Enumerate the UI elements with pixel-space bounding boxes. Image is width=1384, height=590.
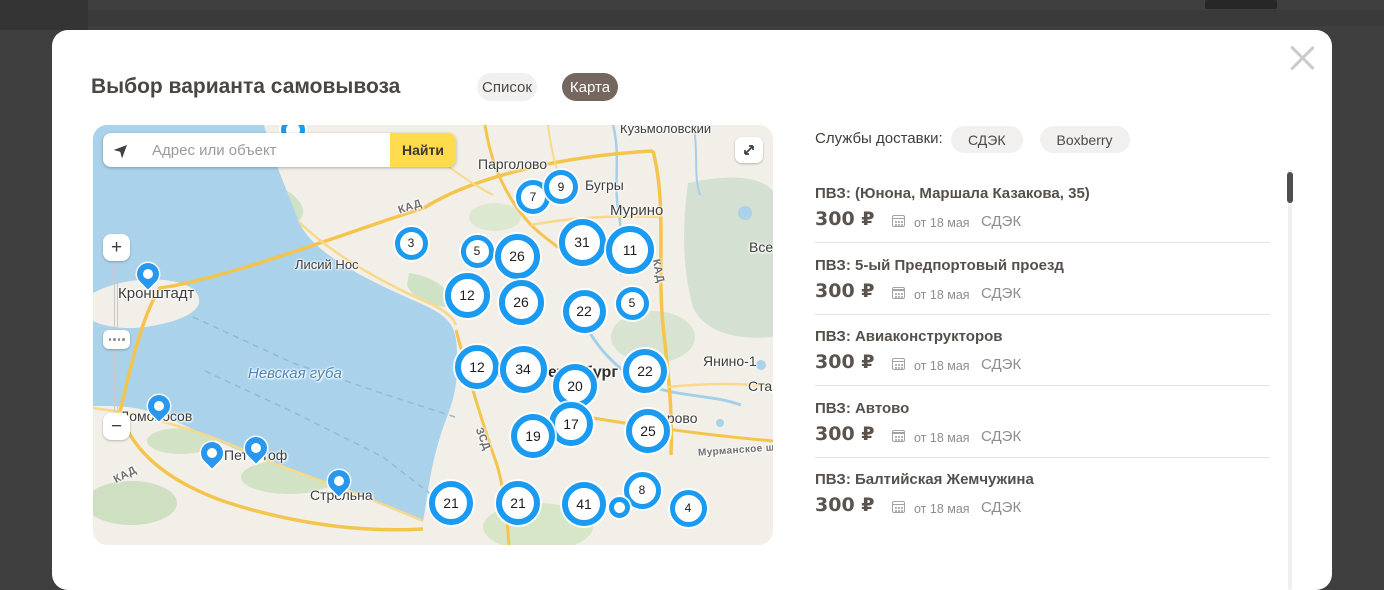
delivery-services: СДЭК Boxberry: [951, 126, 1130, 153]
map-place-label: Кузьмоловский: [620, 125, 711, 136]
map-cluster-marker[interactable]: 31: [559, 219, 606, 266]
pickup-point-service: СДЭК: [981, 285, 1021, 302]
tab-list-view[interactable]: Список: [477, 73, 537, 101]
pickup-point-date: от 18 мая: [914, 359, 970, 373]
map-cluster-marker[interactable]: 9: [544, 170, 578, 204]
pickup-point-row[interactable]: ПВЗ: Автово 300 ₽ от 18 мая СДЭК: [815, 386, 1270, 458]
map-cluster-marker[interactable]: 12: [455, 345, 499, 389]
pickup-point-price: 300 ₽: [815, 280, 875, 302]
pickup-point-row[interactable]: ПВЗ: Авиаконструкторов 300 ₽ от 18 мая СДЭК: [815, 314, 1270, 386]
pickup-point-date: от 18 мая: [914, 502, 970, 516]
pickup-point-service: СДЭК: [981, 428, 1021, 445]
pickup-point-row[interactable]: ПВЗ: Балтийская Жемчужина 300 ₽ от 18 мая С…: [815, 457, 1270, 528]
search-button[interactable]: Найти: [390, 133, 456, 167]
pickup-point-price: 300 ₽: [815, 351, 875, 373]
pickup-point-name: ПВЗ: (Юнона, Маршала Казакова, 35): [815, 185, 1090, 202]
pickup-point-name: ПВЗ: Авиаконструкторов: [815, 328, 1003, 345]
pickup-point-price: 300 ₽: [815, 208, 875, 230]
tab-map-view[interactable]: Карта: [562, 73, 618, 101]
modal-title: Выбор варианта самовывоза: [91, 75, 400, 99]
pickup-point-service: СДЭК: [981, 213, 1021, 230]
map-canvas[interactable]: Кузьмоловский Парголово Бугры Мурино Всеволо…: [93, 125, 773, 545]
map-cluster-marker[interactable]: 25: [626, 409, 670, 453]
map-place-label: Всеволожск: [749, 239, 773, 255]
zoom-out-button[interactable]: −: [103, 413, 130, 440]
map-cluster-marker[interactable]: 22: [623, 349, 667, 393]
map-cluster-marker[interactable]: 26: [495, 234, 540, 279]
pickup-point-service: СДЭК: [981, 499, 1021, 516]
map-cluster-marker[interactable]: 5: [616, 287, 649, 320]
dimmed-page-block: [0, 0, 88, 30]
pickup-point-date: от 18 мая: [914, 288, 970, 302]
map-cluster-marker[interactable]: 11: [606, 226, 654, 274]
map-water-label: Невская губа: [248, 365, 342, 382]
search-input[interactable]: [140, 133, 390, 167]
map-cluster-marker[interactable]: 26: [499, 280, 544, 325]
map-cluster-marker[interactable]: 34: [500, 346, 547, 393]
pickup-point-price: 300 ₽: [815, 423, 875, 445]
map-cluster-marker[interactable]: 22: [563, 290, 606, 333]
fullscreen-button[interactable]: [735, 137, 763, 163]
calendar-icon: [892, 430, 905, 442]
pickup-point-row[interactable]: ПВЗ: 5-ый Предпортовый проезд 300 ₽ от 18 …: [815, 243, 1270, 315]
map-search-bar: Найти: [103, 133, 456, 167]
map-cluster-marker[interactable]: 21: [496, 481, 540, 525]
map-place-label: Бугры: [585, 177, 624, 193]
map-cluster-marker[interactable]: 4: [670, 490, 707, 527]
map-cluster-marker[interactable]: 3: [395, 227, 428, 260]
pickup-point-price: 300 ₽: [815, 494, 875, 516]
ruler-icon: [109, 338, 112, 341]
map-terrain: [93, 125, 773, 545]
list-scrollbar-thumb[interactable]: [1287, 172, 1293, 203]
service-filter-chip[interactable]: СДЭК: [951, 126, 1023, 153]
map-place-label: Лисий Нос: [295, 257, 359, 272]
map-cluster-marker[interactable]: 19: [511, 414, 555, 458]
map-cluster-marker[interactable]: 41: [562, 482, 606, 526]
close-icon[interactable]: [1288, 44, 1316, 72]
service-filter-chip[interactable]: Boxberry: [1040, 126, 1130, 153]
map-cluster-marker[interactable]: 5: [461, 235, 494, 268]
calendar-icon: [892, 501, 905, 513]
map-place-label: Старая: [748, 378, 773, 394]
geolocation-icon: [114, 142, 130, 158]
calendar-icon: [892, 215, 905, 227]
map-place-label: Мурино: [610, 202, 663, 219]
dimmed-page-price-fragment: [1205, 0, 1277, 9]
map-place-label: Кронштадт: [118, 285, 194, 302]
map-cluster-marker[interactable]: 21: [429, 481, 473, 525]
pickup-point-name: ПВЗ: 5-ый Предпортовый проезд: [815, 257, 1064, 274]
pickup-selection-modal: Выбор варианта самовывоза Список Карта: [52, 30, 1332, 590]
delivery-services-label: Службы доставки:: [815, 130, 943, 147]
geolocation-button[interactable]: [103, 133, 140, 167]
calendar-icon: [892, 358, 905, 370]
map-place-label: Янино-1: [703, 353, 757, 369]
pickup-point-service: СДЭК: [981, 356, 1021, 373]
map-place-label: Парголово: [478, 156, 547, 172]
dimmed-page-header: [0, 10, 1384, 26]
map-cluster-marker[interactable]: 17: [549, 402, 593, 446]
pickup-point-name: ПВЗ: Автово: [815, 400, 909, 417]
zoom-in-button[interactable]: +: [103, 234, 130, 261]
ruler-button[interactable]: [103, 330, 130, 349]
fullscreen-icon: [742, 143, 756, 157]
list-scrollbar-track[interactable]: [1288, 170, 1292, 590]
pickup-point-date: от 18 мая: [914, 216, 970, 230]
map-cluster-marker[interactable]: 12: [445, 273, 490, 318]
pickup-point-date: от 18 мая: [914, 431, 970, 445]
pickup-point-row[interactable]: ПВЗ: (Юнона, Маршала Казакова, 35) 300 ₽ о…: [815, 171, 1270, 243]
calendar-icon: [892, 287, 905, 299]
pickup-point-name: ПВЗ: Балтийская Жемчужина: [815, 471, 1034, 488]
map-cluster-marker[interactable]: [609, 497, 630, 518]
